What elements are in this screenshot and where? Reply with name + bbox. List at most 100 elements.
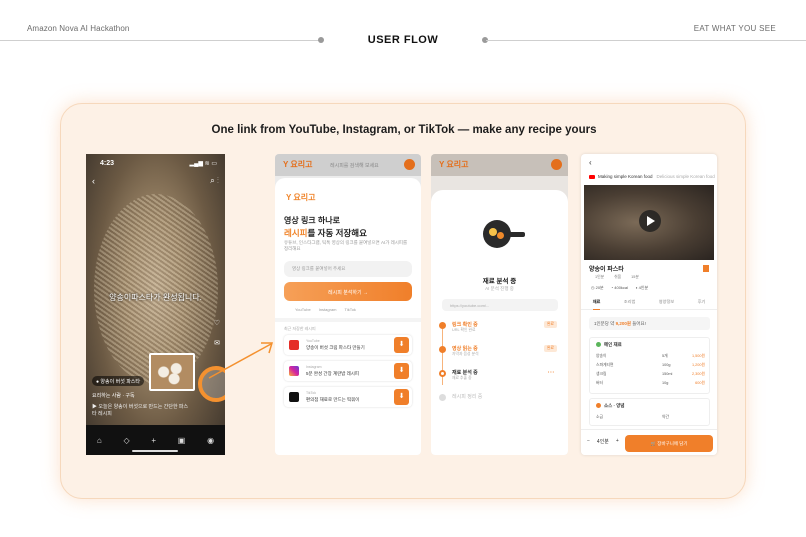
item-source: TikTok xyxy=(306,391,316,395)
download-icon[interactable]: ⬇ xyxy=(394,337,409,353)
analysis-title: 재료 분석 중 xyxy=(482,278,517,285)
egg-yolk-icon xyxy=(497,232,504,239)
step-detail: 자막과 음성 분석 xyxy=(452,352,479,356)
sheet-heading-line1: 영상 링크 하나로 xyxy=(284,216,340,225)
like-icon[interactable]: ♡ xyxy=(214,319,220,327)
link-input-screen: Y 요리고 레시피를 검색해 보세요 Y 요리고 영상 링크 하나로 레시피를 … xyxy=(275,154,421,455)
bookmark-icon[interactable] xyxy=(703,265,709,272)
step-label: 재료 분석 중 xyxy=(452,370,478,376)
ingredient-price: 600원 xyxy=(695,381,705,385)
tab-nutrition[interactable]: 영양정보 xyxy=(659,299,674,309)
list-item[interactable]: Instagram 5분 완성 간장 계란밥 레시피 ⬇ xyxy=(284,361,412,381)
ingredient-qty: 약간 xyxy=(662,415,669,419)
sheet-heading-line2: 레시피를 자동 저장해요 xyxy=(284,227,367,239)
add-to-cart-button[interactable]: 🛒 장바구니에 담기 xyxy=(625,435,713,452)
heading-rest: 를 자동 저장해요 xyxy=(307,228,367,238)
app-topbar: Y 요리고 xyxy=(431,154,568,176)
download-icon[interactable]: ⬇ xyxy=(394,389,409,405)
instagram-label: Instagram xyxy=(318,307,337,312)
group-title: 메인 재료 xyxy=(596,342,622,348)
ingredient-qty: 150ml xyxy=(662,372,673,376)
ingredient-name: 생크림 xyxy=(596,372,607,376)
create-icon[interactable]: + xyxy=(151,436,156,445)
recipe-stats: ◷ 20분 ◔ 400kcal ◑ 4인분 xyxy=(591,285,648,291)
avatar[interactable] xyxy=(551,159,562,170)
analyze-button[interactable]: 레시피 분석하기 → xyxy=(284,282,412,301)
step-label: 레시피 정리 중 xyxy=(452,394,483,400)
step-label: 영상 읽는 중 xyxy=(452,346,478,352)
back-icon[interactable]: ‹ xyxy=(589,158,592,167)
leaf-icon xyxy=(596,342,601,348)
ingredient-qty: 10g xyxy=(662,381,669,385)
download-icon[interactable]: ⬇ xyxy=(394,363,409,379)
status-badge: 완료 xyxy=(544,321,557,328)
section-divider xyxy=(275,318,421,322)
minus-icon[interactable]: − xyxy=(587,438,590,445)
tab-steps[interactable]: 조리법 xyxy=(624,299,636,309)
step-detail: URL 확인 완료 xyxy=(452,328,476,332)
status-time: 4:23 xyxy=(100,160,115,167)
home-icon[interactable]: ⌂ xyxy=(97,436,102,445)
ingredient-name: 버터 xyxy=(596,381,603,385)
user-flow-slide: Amazon Nova AI Hackathon USER FLOW EAT W… xyxy=(0,0,806,537)
top-search[interactable]: 레시피를 검색해 보세요 xyxy=(330,162,379,169)
flow-arrow-icon xyxy=(208,342,274,379)
tab-ingredients[interactable]: 재료 xyxy=(592,299,601,310)
step-done-icon xyxy=(439,346,446,353)
video-subtitle: 양송이파스타가 완성됩니다. xyxy=(109,293,202,302)
calories: ◔ 400kcal xyxy=(610,285,629,290)
recipe-meta: 1인분 쉬움 15분 xyxy=(595,275,639,280)
list-item[interactable]: YouTube 양송이 버섯 크림 파스타 만들기 ⬇ xyxy=(284,335,412,355)
play-icon[interactable] xyxy=(639,210,661,232)
youtube-icon xyxy=(589,174,595,179)
more-icon[interactable]: ⌕ ⋮ xyxy=(210,176,219,186)
ingredient-price: 1,500원 xyxy=(692,354,705,358)
tiktok-icon xyxy=(289,392,299,402)
tagline-label: EAT WHAT YOU SEE xyxy=(693,24,776,33)
list-item[interactable]: TikTok 편의점 재료로 만드는 떡볶이 ⬇ xyxy=(284,387,412,407)
checkout-bar: − 4인분 + 🛒 장바구니에 담기 xyxy=(581,429,717,455)
recipe-thumbnail[interactable] xyxy=(149,353,195,391)
ingredient-row: 버터 10g 600원 xyxy=(596,381,705,386)
ingredient-group: 메인 재료 양송이 5개 1,500원 스파게티면 100g 1,200원 생크림 150… xyxy=(589,337,710,394)
cost-note-prefix: 1인분당 약 xyxy=(594,321,616,326)
subscriptions-icon[interactable]: ▣ xyxy=(178,436,186,445)
youtube-icon xyxy=(289,340,299,350)
product-chip[interactable]: ● 양송이 버섯 파스타 xyxy=(92,376,144,386)
tab-reviews[interactable]: 후기 xyxy=(698,299,706,309)
instagram-icon xyxy=(289,366,299,376)
profile-icon[interactable]: ◉ xyxy=(207,436,214,445)
header-divider-right xyxy=(486,40,806,41)
creator-name[interactable]: 요리하는 사람 · 구독 xyxy=(92,392,135,399)
input-sheet: Y 요리고 영상 링크 하나로 레시피를 자동 저장해요 유튜브, 인스타그램,… xyxy=(275,178,421,455)
item-title: 5분 완성 간장 계란밥 레시피 xyxy=(306,371,360,376)
pan-handle xyxy=(509,232,525,237)
step-recipe-build: 레시피 정리 중 xyxy=(439,392,559,412)
analysis-screen: Y 요리고 재료 분석 중 AI 분석 진행 중 https://youtube… xyxy=(431,154,568,455)
recipe-title: 양송이 파스타 xyxy=(589,267,624,273)
app-topbar: Y 요리고 레시피를 검색해 보세요 xyxy=(275,154,421,176)
step-pending-icon xyxy=(439,394,446,401)
sheet-logo: Y 요리고 xyxy=(286,193,316,202)
cook-time: ◷ 20분 xyxy=(591,285,604,290)
quantity-stepper[interactable]: − 4인분 + xyxy=(587,438,619,445)
cost-note-suffix: 들어요! xyxy=(630,321,646,326)
step-ingredient-analysis: 재료 분석 중 재료 추출 중 • • • xyxy=(439,368,559,388)
avatar[interactable] xyxy=(404,159,415,170)
cost-note: 1인분당 약 9,200원 들어요! xyxy=(589,317,710,330)
recipe-tabs: 재료 조리법 영양정보 후기 xyxy=(581,299,717,310)
servings-label: 1인분 xyxy=(595,275,605,279)
item-source: Instagram xyxy=(306,365,322,369)
channel-name: Making simple Korean food xyxy=(598,174,653,179)
step-detail: 재료 추출 중 xyxy=(452,376,472,380)
link-input[interactable]: 영상 링크를 붙여넣어 주세요 xyxy=(284,261,412,277)
status-badge: 완료 xyxy=(544,345,557,352)
back-icon[interactable]: ‹ xyxy=(92,176,95,186)
shorts-icon[interactable]: ◇ xyxy=(123,436,129,445)
analysis-subtitle: AI 분석 진행 중 xyxy=(485,286,514,291)
channel-subtitle: Delicious simple Korean food xyxy=(656,174,715,179)
video-screen: 4:23 ▂▄▆ ≋ ▭ ‹ ⌕ ⋮ 양송이파스타가 완성됩니다. ♡ ✉ ● … xyxy=(86,154,225,455)
recipe-video[interactable] xyxy=(584,185,714,260)
app-logo: Y 요리고 xyxy=(283,160,313,169)
plus-icon[interactable]: + xyxy=(616,438,619,445)
